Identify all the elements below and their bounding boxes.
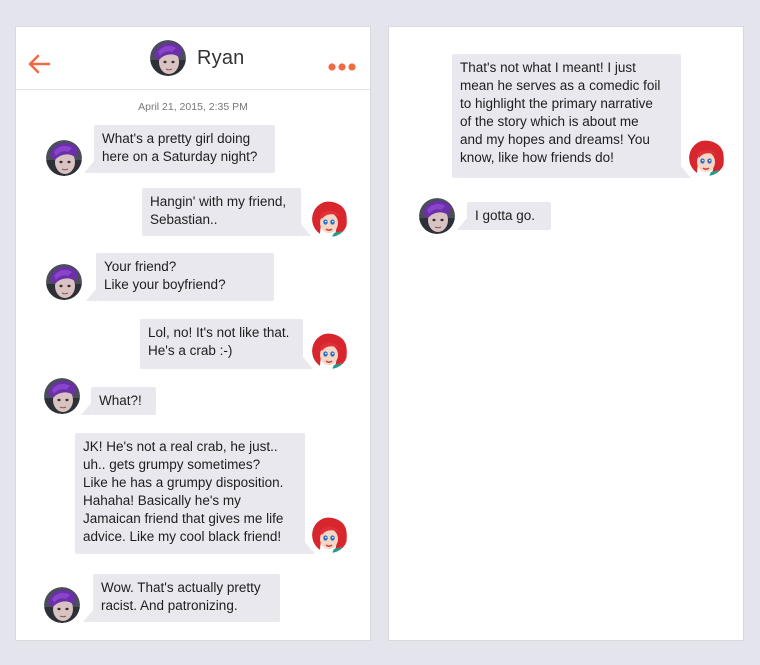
received-message: What?! — [81, 387, 156, 415]
received-message: What's a pretty girl doing here on a Sat… — [84, 125, 275, 173]
sent-message: JK! He's not a real crab, he just.. uh..… — [75, 433, 315, 554]
received-message: Your friend? Like your boyfriend? — [86, 253, 274, 301]
message-timestamp: April 21, 2015, 2:35 PM — [138, 101, 248, 113]
own-avatar — [312, 201, 348, 237]
own-avatar — [312, 333, 348, 369]
sender-avatar — [44, 378, 80, 414]
sender-avatar — [46, 140, 82, 176]
own-avatar — [689, 140, 725, 176]
conversation-panel-left: Ryan April 21, 2015, 2:35 PM What's a pr… — [15, 26, 371, 641]
contact-avatar[interactable] — [150, 40, 186, 76]
contact-name: Ryan — [197, 47, 245, 69]
sender-avatar — [44, 587, 80, 623]
sent-message: Lol, no! It's not like that. He's a crab… — [140, 319, 313, 369]
chat-header: Ryan — [16, 27, 370, 90]
sender-avatar — [419, 198, 455, 234]
own-avatar — [312, 517, 348, 553]
received-message: I gotta go. — [457, 202, 551, 230]
conversation-panel-right: That's not what I meant! I just mean he … — [388, 26, 744, 641]
sent-message: That's not what I meant! I just mean he … — [452, 54, 691, 178]
back-arrow-icon[interactable] — [27, 54, 51, 74]
more-dots-icon[interactable] — [328, 62, 356, 72]
received-message: Wow. That's actually pretty racist. And … — [83, 574, 280, 622]
sent-message: Hangin' with my friend, Sebastian.. — [142, 188, 311, 236]
sender-avatar — [46, 264, 82, 300]
